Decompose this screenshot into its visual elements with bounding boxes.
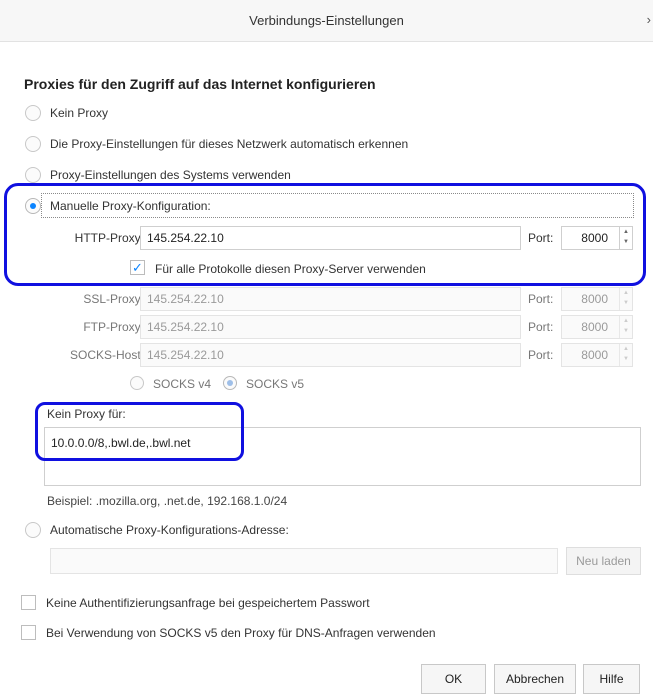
radio-auto-proxy-url[interactable] bbox=[25, 522, 41, 538]
radio-socks-v5[interactable] bbox=[223, 376, 237, 390]
ftp-port-label: Port: bbox=[528, 320, 554, 334]
window-title: Verbindungs-Einstellungen bbox=[249, 13, 404, 28]
no-auth-prompt-label: Keine Authentifizierungsanfrage bei gesp… bbox=[46, 596, 370, 610]
socks-host-input[interactable]: 145.254.22.10 bbox=[140, 343, 521, 367]
auto-proxy-url-input[interactable] bbox=[50, 548, 558, 574]
no-auth-prompt-checkbox[interactable] bbox=[21, 595, 36, 610]
ftp-port-stepper[interactable]: ▲ ▼ bbox=[619, 316, 632, 338]
ssl-port-label: Port: bbox=[528, 292, 554, 306]
section-heading: Proxies für den Zugriff auf das Internet… bbox=[24, 76, 376, 92]
annotation-outline-manual-proxy bbox=[4, 183, 646, 286]
socks-port-stepper[interactable]: ▲ ▼ bbox=[619, 344, 632, 366]
radio-system-proxy[interactable] bbox=[25, 167, 41, 183]
radio-auto-proxy-url-label: Automatische Proxy-Konfigurations-Adress… bbox=[50, 523, 289, 537]
ok-button[interactable]: OK bbox=[421, 664, 486, 694]
radio-auto-detect-label: Die Proxy-Einstellungen für dieses Netzw… bbox=[50, 137, 409, 151]
radio-socks-v5-label: SOCKS v5 bbox=[246, 377, 305, 391]
ftp-proxy-input[interactable]: 145.254.22.10 bbox=[140, 315, 521, 339]
socks-host-label: SOCKS-Host: bbox=[69, 348, 144, 362]
radio-socks-v4-label: SOCKS v4 bbox=[153, 377, 212, 391]
reload-button[interactable]: Neu laden bbox=[566, 547, 641, 575]
socks-dns-label: Bei Verwendung von SOCKS v5 den Proxy fü… bbox=[46, 626, 436, 640]
socks-dns-checkbox[interactable] bbox=[21, 625, 36, 640]
radio-no-proxy[interactable] bbox=[25, 105, 41, 121]
ftp-proxy-label: FTP-Proxy: bbox=[83, 320, 144, 334]
close-icon[interactable]: › bbox=[647, 12, 651, 27]
radio-socks-v4[interactable] bbox=[130, 376, 144, 390]
cancel-button[interactable]: Abbrechen bbox=[494, 664, 576, 694]
ssl-port-stepper[interactable]: ▲ ▼ bbox=[619, 288, 632, 310]
radio-system-proxy-label: Proxy-Einstellungen des Systems verwende… bbox=[50, 168, 291, 182]
ssl-proxy-input[interactable]: 145.254.22.10 bbox=[140, 287, 521, 311]
annotation-outline-no-proxy-for bbox=[35, 402, 244, 461]
radio-no-proxy-label: Kein Proxy bbox=[50, 106, 109, 120]
ssl-proxy-label: SSL-Proxy: bbox=[83, 292, 144, 306]
socks-port-label: Port: bbox=[528, 348, 554, 362]
no-proxy-example: Beispiel: .mozilla.org, .net.de, 192.168… bbox=[47, 494, 288, 508]
help-button[interactable]: Hilfe bbox=[583, 664, 640, 694]
radio-auto-detect[interactable] bbox=[25, 136, 41, 152]
